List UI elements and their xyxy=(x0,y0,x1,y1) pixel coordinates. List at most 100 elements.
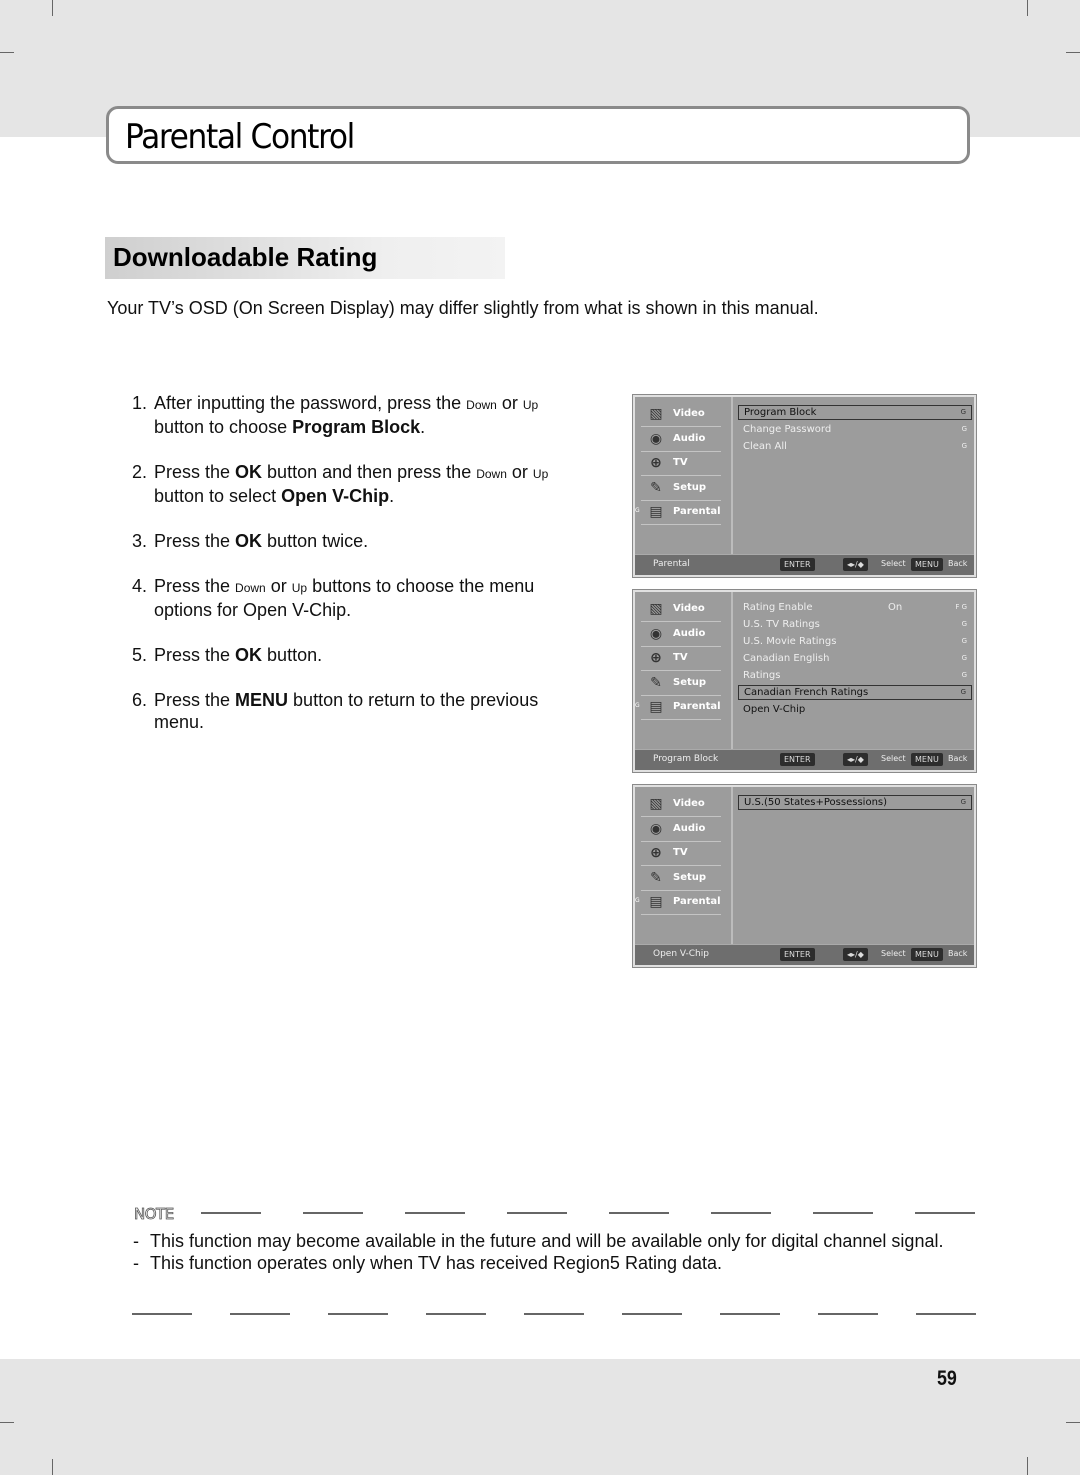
step-text: button to choose xyxy=(154,417,293,437)
osd-sidebar-item-setup[interactable]: ✎ Setup xyxy=(641,477,721,501)
osd-marker: G xyxy=(635,507,640,514)
button-name-up: Up xyxy=(522,398,539,412)
osd-sidebar-label: Video xyxy=(673,603,705,614)
osd-sidebar-item-audio[interactable]: ◉ Audio xyxy=(641,623,721,647)
menu-key[interactable]: MENU xyxy=(911,948,943,961)
osd-menu-label: Program Block xyxy=(744,407,817,418)
osd-menu-label: U.S.(50 States+Possessions) xyxy=(744,797,888,808)
step-number: 4. xyxy=(132,576,148,596)
back-label: Back xyxy=(948,754,968,763)
osd-sidebar-label: Audio xyxy=(673,627,706,639)
back-label: Back xyxy=(948,559,968,568)
separator-dash xyxy=(426,1313,486,1315)
osd-sidebar-item-video[interactable]: ▧ Video xyxy=(641,403,721,427)
osd-sidebar-item-setup[interactable]: ✎ Setup xyxy=(641,672,721,696)
osd-sidebar-item-tv[interactable]: ⊕ TV xyxy=(641,452,721,476)
separator-dash xyxy=(609,1212,669,1214)
crop-mark xyxy=(1066,52,1080,53)
note-bullet: - xyxy=(133,1253,139,1273)
osd-menu-value: On xyxy=(888,602,903,613)
step-item: 6. Press the MENU button to return to the… xyxy=(132,689,582,733)
osd-menu-item[interactable]: Ratings G xyxy=(738,668,972,683)
enter-key[interactable]: ENTER xyxy=(780,753,815,766)
osd-sidebar-item-parental[interactable]: ▤ Parental G xyxy=(635,891,721,915)
osd-menu-item[interactable]: Canadian English G xyxy=(738,651,972,666)
button-name-up: Up xyxy=(532,467,549,481)
osd-sidebar-item-video[interactable]: ▧ Video xyxy=(641,598,721,622)
nav-key[interactable]: ◂▸/◆ xyxy=(843,948,868,961)
step-text: button twice. xyxy=(262,531,369,551)
osd-sidebar-label: Setup xyxy=(673,481,707,493)
select-label: Select xyxy=(881,949,906,958)
parental-icon: ▤ xyxy=(649,504,663,520)
step-number: 3. xyxy=(132,531,148,551)
osd-menu-item[interactable]: Canadian French Ratings G xyxy=(738,685,972,700)
osd-marker: G xyxy=(961,620,967,628)
step-text: . xyxy=(389,486,395,506)
osd-marker: G xyxy=(961,654,967,662)
osd-sidebar-item-tv[interactable]: ⊕ TV xyxy=(641,647,721,671)
osd-menu-item[interactable]: Change Password G xyxy=(738,422,972,437)
nav-key[interactable]: ◂▸/◆ xyxy=(843,753,868,766)
step-text: . xyxy=(420,417,426,437)
osd-sidebar-item-video[interactable]: ▧ Video xyxy=(641,793,721,817)
enter-key[interactable]: ENTER xyxy=(780,948,815,961)
osd-menu-item[interactable]: Program Block G xyxy=(738,405,972,420)
osd-sidebar-item-parental[interactable]: ▤ Parental G xyxy=(635,501,721,525)
osd-menu-list: Program Block G Change Password G Clean All G xyxy=(738,405,972,456)
osd-menu-item[interactable]: U.S. TV Ratings G xyxy=(738,617,972,632)
osd-menu-label: Clean All xyxy=(743,441,787,452)
separator-dash xyxy=(915,1212,975,1214)
osd-menu-list: U.S.(50 States+Possessions) G xyxy=(738,795,972,812)
osd-sidebar-label: TV xyxy=(673,457,688,468)
osd-sidebar-item-audio[interactable]: ◉ Audio xyxy=(641,428,721,452)
osd-menu-item[interactable]: U.S. Movie Ratings G xyxy=(738,634,972,649)
note-item: - This function may become available in t… xyxy=(133,1230,973,1252)
enter-key[interactable]: ENTER xyxy=(780,558,815,571)
osd-footer: Program Block ENTER ◂▸/◆ Select MENU Back xyxy=(635,749,974,770)
osd-sidebar-item-parental[interactable]: ▤ Parental G xyxy=(635,696,721,720)
crop-mark xyxy=(0,1422,14,1423)
section-heading-box: Downloadable Rating xyxy=(105,237,505,279)
osd-screen: ▧ Video ◉ Audio ⊕ TV ✎ Setup ▤ Parental G U.S.(50 S… xyxy=(633,785,976,967)
osd-sidebar: ▧ Video ◉ Audio ⊕ TV ✎ Setup ▤ Parental G xyxy=(635,397,733,555)
osd-menu-item[interactable]: U.S.(50 States+Possessions) G xyxy=(738,795,972,810)
video-icon: ▧ xyxy=(649,601,663,617)
note-label: NOTE xyxy=(134,1205,175,1224)
step-item: 4. Press the Down or Up buttons to choose… xyxy=(132,575,582,621)
osd-sidebar: ▧ Video ◉ Audio ⊕ TV ✎ Setup ▤ Parental G xyxy=(635,592,733,750)
emphasis-text: Open V-Chip xyxy=(281,486,390,506)
osd-sidebar-label: TV xyxy=(673,847,688,858)
osd-sidebar: ▧ Video ◉ Audio ⊕ TV ✎ Setup ▤ Parental G xyxy=(635,787,733,945)
osd-menu-label: Ratings xyxy=(743,670,781,681)
select-label: Select xyxy=(881,559,906,568)
step-text: Press the xyxy=(154,645,236,665)
osd-sidebar-label: Parental xyxy=(673,701,721,712)
menu-key[interactable]: MENU xyxy=(911,558,943,571)
back-label: Back xyxy=(948,949,968,958)
step-number: 2. xyxy=(132,462,148,482)
separator-dash xyxy=(711,1212,771,1214)
parental-icon: ▤ xyxy=(649,894,663,910)
osd-marker: G xyxy=(960,688,966,696)
osd-marker: G xyxy=(961,425,967,433)
page-number: 59 xyxy=(937,1367,957,1390)
emphasis-text: MENU xyxy=(235,690,289,710)
audio-icon: ◉ xyxy=(649,625,663,642)
osd-sidebar-item-audio[interactable]: ◉ Audio xyxy=(641,818,721,842)
osd-sidebar-item-setup[interactable]: ✎ Setup xyxy=(641,867,721,891)
menu-key[interactable]: MENU xyxy=(911,753,943,766)
separator-dash xyxy=(720,1313,780,1315)
note-text: This function operates only when TV has … xyxy=(150,1253,723,1273)
step-number: 5. xyxy=(132,645,148,665)
nav-key[interactable]: ◂▸/◆ xyxy=(843,558,868,571)
osd-menu-item[interactable]: Open V-Chip xyxy=(738,702,972,717)
osd-menu-item[interactable]: Clean All G xyxy=(738,439,972,454)
osd-screen: ▧ Video ◉ Audio ⊕ TV ✎ Setup ▤ Parental G Program B… xyxy=(633,395,976,577)
button-name-down: Down xyxy=(476,467,507,481)
step-text: Press the xyxy=(154,576,236,596)
separator-dash xyxy=(622,1313,682,1315)
osd-menu-label: Canadian English xyxy=(743,653,830,664)
osd-sidebar-item-tv[interactable]: ⊕ TV xyxy=(641,842,721,866)
osd-menu-item[interactable]: Rating Enable On F G xyxy=(738,600,972,615)
